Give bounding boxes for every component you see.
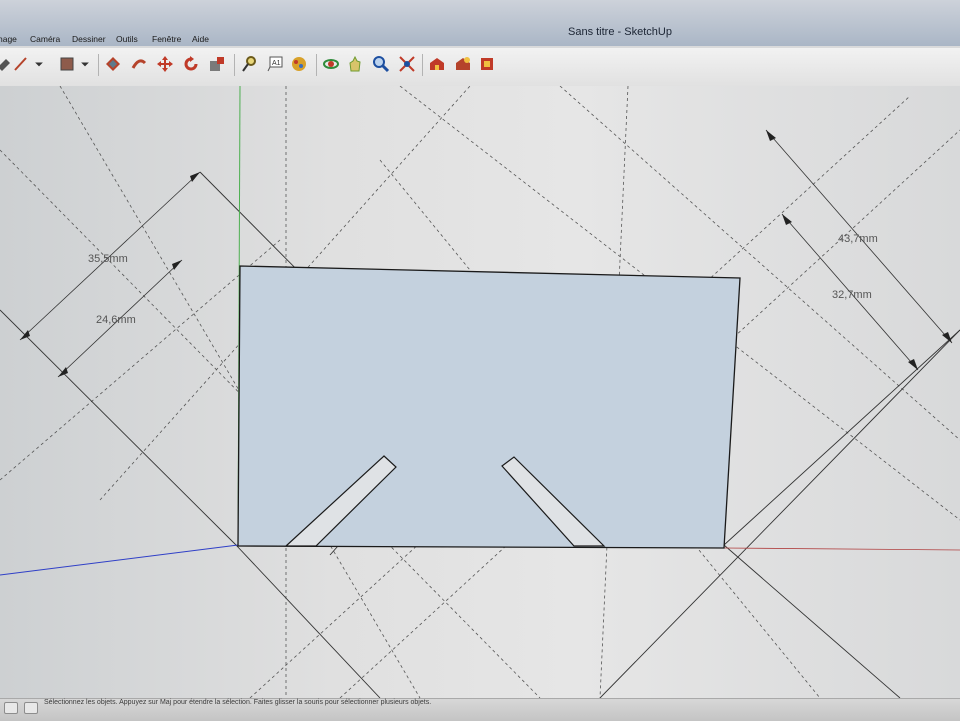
dimension-label: 43,7mm [838, 233, 878, 245]
scale-icon[interactable] [206, 53, 228, 75]
rotate-icon[interactable] [180, 53, 202, 75]
shape-dropdown-icon[interactable] [10, 53, 32, 75]
drawing-canvas[interactable]: 35,5mm 24,6mm 43,7mm 32,7mm [0, 86, 960, 698]
status-message: Sélectionnez les objets. Appuyez sur Maj… [44, 699, 432, 706]
zoom-icon[interactable] [370, 53, 392, 75]
eraser-dropdown-icon[interactable] [56, 53, 78, 75]
red-axis [723, 547, 960, 551]
extension-icon[interactable] [476, 53, 498, 75]
menu-camera[interactable]: Caméra [30, 34, 60, 44]
pan-icon[interactable] [344, 53, 366, 75]
warehouse-icon[interactable] [426, 53, 448, 75]
orbit-icon[interactable] [320, 53, 342, 75]
dimension-label: 35,5mm [88, 253, 128, 265]
toolbar-separator [316, 54, 317, 76]
chevron-down-icon[interactable] [32, 53, 46, 75]
dimension-lines-left [19, 171, 201, 378]
tape-measure-icon[interactable] [238, 53, 260, 75]
paint-icon[interactable] [288, 53, 310, 75]
menu-fenetre[interactable]: Fenêtre [152, 34, 181, 44]
construction-line [0, 309, 237, 546]
dimension-lines-right [765, 129, 953, 371]
menu-dessiner[interactable]: Dessiner [72, 34, 106, 44]
status-bar: Sélectionnez les objets. Appuyez sur Maj… [0, 698, 960, 721]
menu-bar: hage Caméra Dessiner Outils Fenêtre Aide [0, 30, 960, 48]
geo-location-icon[interactable] [4, 702, 18, 714]
construction-line [235, 544, 381, 698]
toolbar-separator [98, 54, 99, 76]
share-model-icon[interactable] [452, 53, 474, 75]
toolbar-separator [234, 54, 235, 76]
blue-axis [0, 544, 239, 576]
followme-icon[interactable] [128, 53, 150, 75]
toolbar-separator [422, 54, 423, 76]
model-viewport[interactable]: 35,5mm 24,6mm 43,7mm 32,7mm [0, 86, 960, 698]
status-icons [4, 702, 38, 714]
dimension-arrow [58, 367, 68, 377]
toolbar: A1 [0, 48, 960, 87]
construction-line [723, 329, 960, 546]
menu-affichage[interactable]: hage [0, 34, 17, 44]
dimension-label: 24,6mm [96, 314, 136, 326]
move-icon[interactable] [154, 53, 176, 75]
construction-line [723, 544, 901, 698]
dimension-arrow [190, 172, 200, 182]
svg-text:A1: A1 [272, 60, 281, 67]
zoom-extents-icon[interactable] [396, 53, 418, 75]
dimension-label: 32,7mm [832, 289, 872, 301]
dimension-arrow [172, 260, 182, 270]
credits-icon[interactable] [24, 702, 38, 714]
menu-outils[interactable]: Outils [116, 34, 138, 44]
menu-aide[interactable]: Aide [192, 34, 209, 44]
dimension-arrows-right [766, 130, 952, 370]
chevron-down-icon[interactable] [78, 53, 92, 75]
text-icon[interactable]: A1 [264, 53, 286, 75]
rectangle-face[interactable] [237, 265, 741, 549]
pushpull-icon[interactable] [102, 53, 124, 75]
dimension-arrows-left [20, 172, 200, 377]
